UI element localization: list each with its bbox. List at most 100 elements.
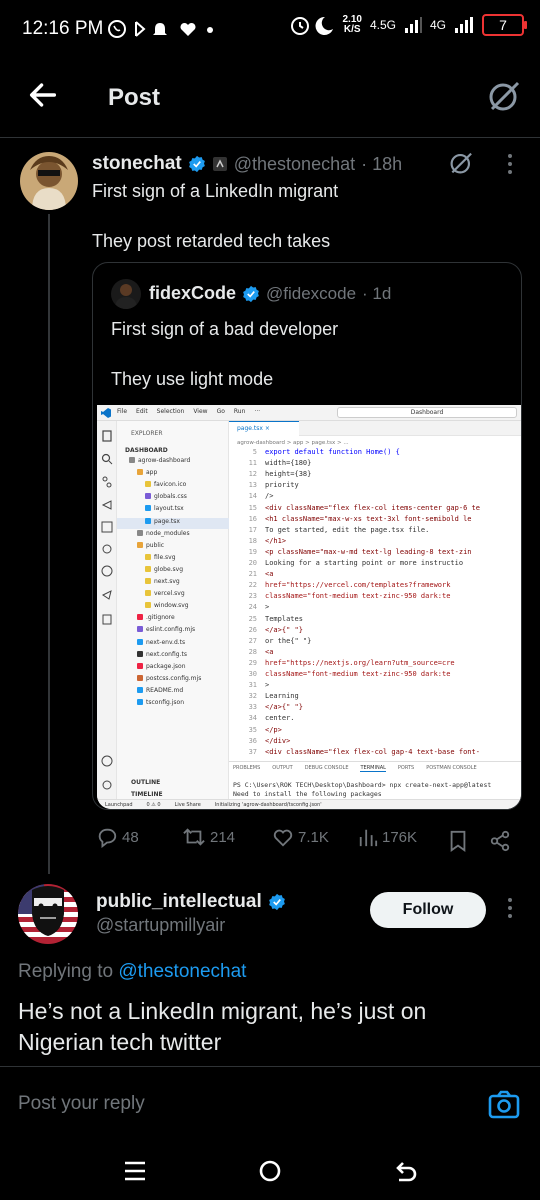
file-tree-item[interactable]: page.tsx <box>117 517 229 529</box>
stonechat-avatar[interactable] <box>20 152 78 210</box>
views-action[interactable]: 176K <box>358 826 417 848</box>
line-number: 12 <box>248 470 257 479</box>
menu-item[interactable]: Edit <box>136 408 148 415</box>
quoted-post[interactable]: fidexCode @fidexcode · 1d First sign of … <box>92 262 522 810</box>
code-line: <a <box>265 570 274 579</box>
reply-author-name[interactable]: public_intellectual <box>96 891 262 913</box>
code-line: className="font-medium text-zinc-950 dar… <box>265 592 451 601</box>
code-line: or the{" "} <box>265 636 312 645</box>
follow-button[interactable]: Follow <box>370 892 486 928</box>
file-tree-item[interactable]: README.md <box>117 686 229 698</box>
file-tree-item[interactable]: app <box>117 469 229 480</box>
menu-item[interactable]: ··· <box>254 408 260 415</box>
reply-input[interactable]: Post your reply <box>18 1093 145 1115</box>
menu-item[interactable]: Run <box>234 408 246 415</box>
file-tree-item[interactable]: postcss.config.mjs <box>117 674 229 686</box>
author-name[interactable]: stonechat <box>92 153 182 175</box>
menu-item[interactable]: View <box>193 408 207 415</box>
file-tree-item[interactable]: favicon.ico <box>117 481 229 492</box>
statusbar-item[interactable]: Initializing 'agrow-dashboard/tsconfig.j… <box>215 802 322 808</box>
statusbar-item[interactable]: Launchpad <box>105 802 133 808</box>
file-tree-label: node_modules <box>146 529 190 537</box>
code-line: center. <box>265 714 295 723</box>
vscode-search[interactable]: Dashboard <box>337 407 517 418</box>
file-tree-item[interactable]: layout.tsx <box>117 505 229 516</box>
replying-prefix: Replying to <box>18 961 114 982</box>
vscode-menubar: File Edit Selection View Go Run ··· <box>117 408 260 415</box>
file-tree-item[interactable]: .gitignore <box>117 614 229 625</box>
outline-label[interactable]: OUTLINE <box>131 779 160 786</box>
reply-more-icon[interactable] <box>504 897 516 919</box>
line-number: 15 <box>248 503 257 512</box>
panel-tab[interactable]: DEBUG CONSOLE <box>305 765 349 772</box>
menu-item[interactable]: Go <box>217 408 225 415</box>
code-line: </h1> <box>265 536 287 545</box>
reply-avatar[interactable] <box>18 884 78 944</box>
grok-icon[interactable] <box>486 78 522 114</box>
repost-icon <box>183 828 205 846</box>
statusbar-item[interactable]: Live Share <box>175 802 201 808</box>
file-type-icon <box>137 662 143 669</box>
file-tree-item[interactable]: eslint.config.mjs <box>117 626 229 637</box>
file-type-icon <box>145 553 151 560</box>
file-type-icon <box>145 505 151 512</box>
file-tree-item[interactable]: node_modules <box>117 529 229 541</box>
recents-icon[interactable] <box>122 1160 148 1182</box>
replying-handle[interactable]: @thestonechat <box>118 961 246 982</box>
back-icon[interactable] <box>392 1158 418 1184</box>
statusbar-item[interactable]: 0 ⚠ 0 <box>147 802 161 808</box>
file-type-icon <box>145 602 151 609</box>
file-tree-item[interactable]: public <box>117 541 229 553</box>
reply-author-handle[interactable]: @startupmillyair <box>96 915 225 936</box>
author-handle[interactable]: @thestonechat <box>234 154 355 175</box>
file-tree-label: page.tsx <box>154 517 180 525</box>
code-line: Learning <box>265 692 299 701</box>
code-line: </p> <box>265 725 282 734</box>
line-number: 34 <box>248 714 257 723</box>
panel-tab[interactable]: POSTMAN CONSOLE <box>426 765 476 772</box>
file-tree-item[interactable]: vercel.svg <box>117 590 229 601</box>
tab-page-tsx[interactable]: page.tsx × <box>229 421 299 436</box>
panel-tab[interactable]: PROBLEMS <box>233 765 260 772</box>
file-tree-label: package.json <box>146 662 186 670</box>
quote-author-handle[interactable]: @fidexcode <box>266 284 356 304</box>
file-tree-item[interactable]: package.json <box>117 662 229 674</box>
code-line: > <box>265 681 270 690</box>
repost-action[interactable]: 214 <box>182 826 235 848</box>
code-line: priority <box>265 481 299 490</box>
code-area[interactable]: export default function Home() { width={… <box>265 448 521 760</box>
file-tree-item[interactable]: agrow-dashboard <box>117 457 229 468</box>
file-tree-item[interactable]: file.svg <box>117 553 229 565</box>
file-type-icon <box>145 481 151 488</box>
home-icon[interactable] <box>257 1158 283 1184</box>
reply-action[interactable]: 48 <box>96 826 139 848</box>
file-tree-item[interactable]: next.svg <box>117 578 229 589</box>
like-action[interactable]: 7.1K <box>272 826 329 848</box>
panel-tab[interactable]: OUTPUT <box>272 765 292 772</box>
menu-item[interactable]: Selection <box>157 408 185 415</box>
file-tree-item[interactable]: next-env.d.ts <box>117 638 229 650</box>
file-tree-item[interactable]: next.config.ts <box>117 650 229 662</box>
file-tree-item[interactable]: tsconfig.json <box>117 699 229 710</box>
line-number: 36 <box>248 736 257 745</box>
timeline-label[interactable]: TIMELINE <box>131 791 163 798</box>
vscode-screenshot[interactable]: File Edit Selection View Go Run ··· Dashboard … <box>97 405 521 809</box>
terminal-line1: PS C:\Users\ROK TECH\Desktop\Dashboard> … <box>233 781 492 789</box>
file-tree-item[interactable]: globe.svg <box>117 565 229 577</box>
more-icon[interactable] <box>504 153 516 175</box>
menu-item[interactable]: File <box>117 408 127 415</box>
file-tree-item[interactable]: window.svg <box>117 602 229 613</box>
bookmark-icon[interactable] <box>448 830 468 852</box>
net-type-2: 4G <box>429 18 446 32</box>
quote-author-name[interactable]: fidexCode <box>149 283 236 304</box>
camera-icon[interactable] <box>488 1089 520 1119</box>
back-arrow-icon[interactable] <box>26 78 60 112</box>
code-line: width={180} <box>265 459 312 468</box>
panel-tab[interactable]: PORTS <box>398 765 414 772</box>
fidexcode-avatar[interactable] <box>111 279 141 309</box>
reply-compose-bar: Post your reply <box>0 1066 540 1140</box>
grok-post-icon[interactable] <box>448 150 474 176</box>
panel-tab[interactable]: TERMINAL <box>360 765 386 772</box>
file-tree-item[interactable]: globals.css <box>117 493 229 504</box>
share-icon[interactable] <box>488 830 512 852</box>
